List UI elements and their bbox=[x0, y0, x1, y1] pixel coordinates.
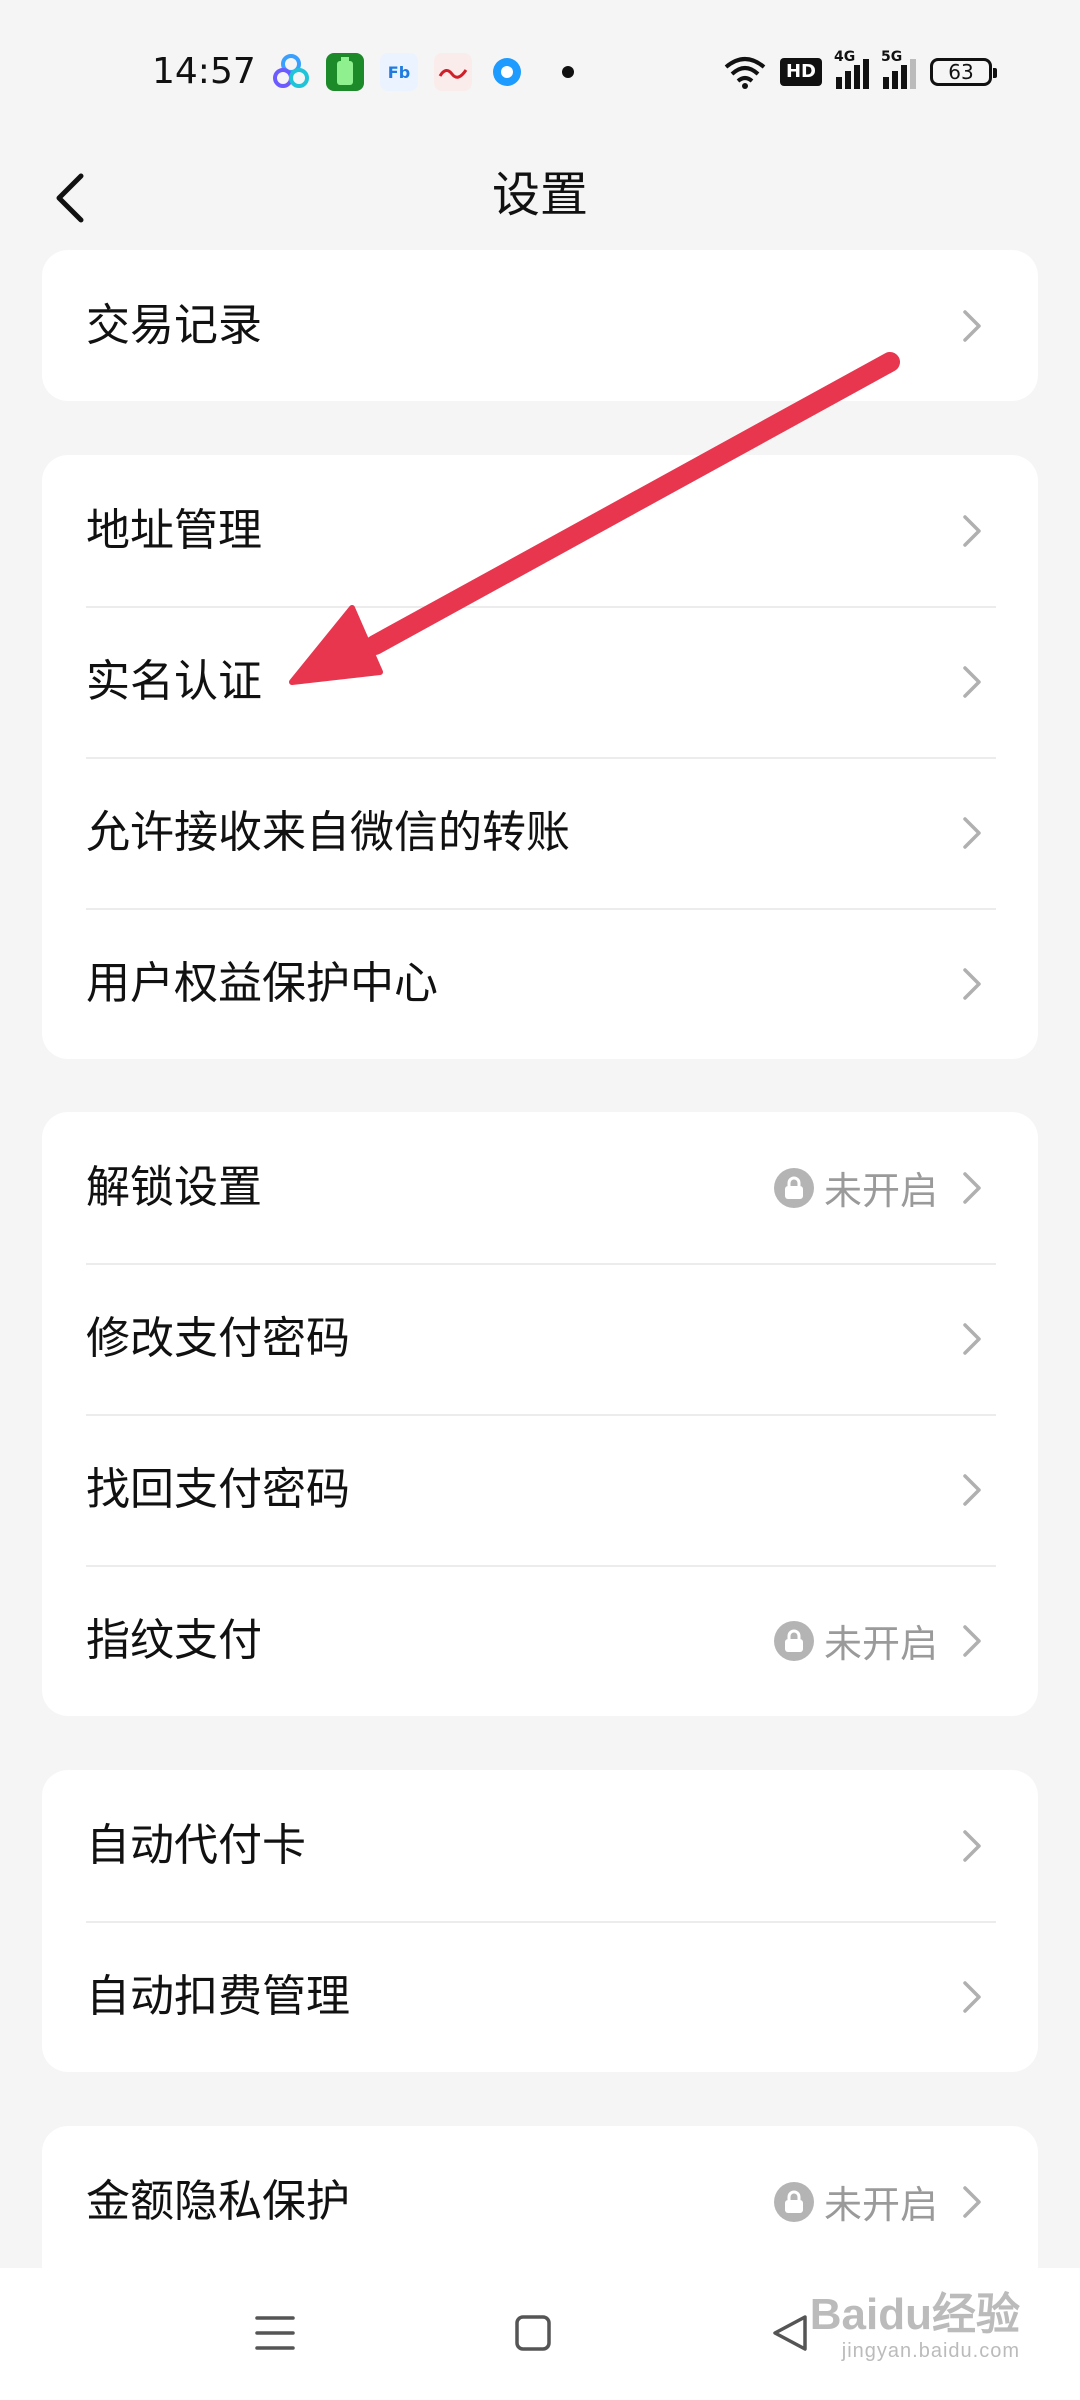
chevron-right-icon bbox=[960, 1168, 984, 1208]
signal-4g-label: 4G bbox=[834, 49, 856, 65]
status-text: 未开启 bbox=[823, 1169, 938, 1213]
chevron-right-icon bbox=[960, 964, 984, 1004]
status-bar: 14:57 Fb HD 4G 5G 63 bbox=[0, 0, 1080, 140]
row-label: 地址管理 bbox=[86, 505, 262, 556]
notification-icons: Fb bbox=[272, 50, 574, 94]
row-user-rights-center[interactable]: 用户权益保护中心 bbox=[42, 908, 1038, 1059]
menu-icon bbox=[255, 2316, 295, 2350]
chevron-right-icon bbox=[960, 1977, 984, 2017]
annotation-arrow-icon bbox=[289, 352, 900, 685]
row-label: 金额隐私保护 bbox=[86, 2176, 350, 2227]
chevron-right-icon bbox=[960, 1319, 984, 1359]
row-label: 交易记录 bbox=[86, 300, 262, 351]
back-triangle-icon bbox=[773, 2315, 807, 2351]
row-label: 自动代付卡 bbox=[86, 1820, 306, 1871]
lock-icon bbox=[773, 1620, 814, 1661]
signal-4g-icon: 4G bbox=[834, 49, 869, 89]
nav-menu-button[interactable] bbox=[235, 2298, 315, 2368]
row-fingerprint-payment[interactable]: 指纹支付 未开启 bbox=[42, 1565, 1038, 1716]
nav-home-button[interactable] bbox=[493, 2298, 573, 2368]
row-label: 实名认证 bbox=[86, 656, 262, 707]
signal-5g-label: 5G bbox=[881, 49, 903, 65]
row-amount-privacy-protection[interactable]: 金额隐私保护 未开启 bbox=[42, 2126, 1038, 2268]
row-label: 解锁设置 bbox=[86, 1162, 262, 1213]
lock-icon bbox=[773, 2181, 814, 2222]
chevron-right-icon bbox=[960, 1621, 984, 1661]
row-change-payment-password[interactable]: 修改支付密码 bbox=[42, 1263, 1038, 1414]
wifi-icon bbox=[724, 57, 766, 89]
signal-5g-icon: 5G bbox=[881, 49, 916, 89]
watermark: Baidu经验 jingyan.baidu.com bbox=[810, 2290, 1020, 2362]
chevron-right-icon bbox=[960, 306, 984, 346]
row-label: 自动扣费管理 bbox=[86, 1971, 350, 2022]
row-allow-wechat-transfer[interactable]: 允许接收来自微信的转账 bbox=[42, 757, 1038, 908]
row-label: 允许接收来自微信的转账 bbox=[86, 807, 570, 858]
status-text: 未开启 bbox=[823, 2183, 938, 2227]
row-label: 指纹支付 bbox=[86, 1615, 262, 1666]
chevron-right-icon bbox=[960, 662, 984, 702]
settings-group-security: 解锁设置 未开启 修改支付密码 找回支付密码 指纹支付 未开启 bbox=[42, 1112, 1038, 1716]
battery-app-icon bbox=[326, 53, 364, 91]
settings-group-privacy: 金额隐私保护 未开启 bbox=[42, 2126, 1038, 2268]
news-app-icon bbox=[434, 53, 472, 91]
browser-app-icon bbox=[488, 53, 526, 91]
header: 设置 bbox=[0, 140, 1080, 250]
settings-group-auto-pay: 自动代付卡 自动扣费管理 bbox=[42, 1770, 1038, 2072]
chevron-right-icon bbox=[960, 2182, 984, 2222]
row-auto-proxy-pay-card[interactable]: 自动代付卡 bbox=[42, 1770, 1038, 1921]
row-recover-payment-password[interactable]: 找回支付密码 bbox=[42, 1414, 1038, 1565]
row-label: 找回支付密码 bbox=[86, 1464, 350, 1515]
hd-voice-badge: HD bbox=[779, 58, 822, 86]
home-square-icon bbox=[515, 2315, 551, 2351]
system-icons: HD 4G 5G 63 bbox=[724, 49, 997, 94]
more-notifications-dot bbox=[562, 66, 574, 78]
status-time: 14:57 bbox=[152, 51, 256, 92]
watermark-url: jingyan.baidu.com bbox=[841, 2340, 1020, 2362]
app-notification-icon bbox=[272, 53, 310, 91]
status-text: 未开启 bbox=[823, 1622, 938, 1666]
row-auto-deduction-management[interactable]: 自动扣费管理 bbox=[42, 1921, 1038, 2072]
row-unlock-settings[interactable]: 解锁设置 未开启 bbox=[42, 1112, 1038, 1263]
lock-icon bbox=[773, 1167, 814, 1208]
battery-level: 63 bbox=[948, 60, 974, 84]
chevron-right-icon bbox=[960, 1470, 984, 1510]
page-title: 设置 bbox=[491, 167, 588, 223]
watermark-brand: Baidu经验 bbox=[809, 2290, 1020, 2339]
battery-icon: 63 bbox=[930, 58, 997, 86]
chevron-right-icon bbox=[960, 511, 984, 551]
chevron-right-icon bbox=[960, 1826, 984, 1866]
chevron-right-icon bbox=[960, 813, 984, 853]
row-label: 修改支付密码 bbox=[86, 1313, 350, 1364]
row-label: 用户权益保护中心 bbox=[86, 958, 438, 1009]
fb-app-icon: Fb bbox=[380, 53, 418, 91]
